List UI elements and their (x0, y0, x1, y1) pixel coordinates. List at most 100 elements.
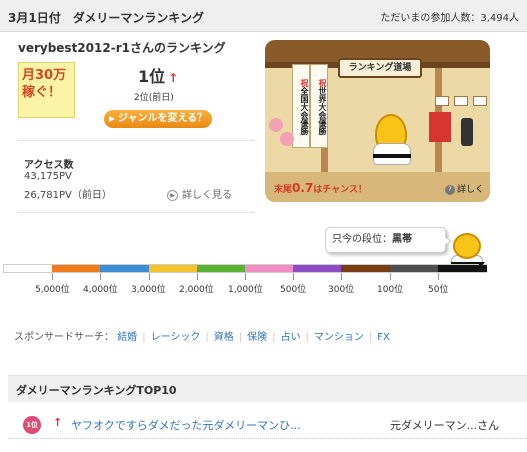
gauge-tick (100, 273, 101, 280)
change-genre-button[interactable]: ▶ ジャンルを変える？ (104, 110, 212, 128)
ranking-dojo-banner[interactable]: ランキング道場 祝全国大会優勝 祝世界大会優勝 末尾0.7はチャンス！ ? 詳しく (265, 40, 490, 202)
keyword-separator: | (238, 332, 243, 343)
gauge-tick-label: 2,000位 (179, 285, 214, 295)
sponsored-keyword-link[interactable]: 占い (281, 332, 301, 343)
sponsored-keyword-link[interactable]: マンション (314, 332, 364, 343)
gauge-tick-label: 3,000位 (131, 285, 166, 295)
level-label: 只今の段位： (332, 234, 392, 245)
badge-line-1: 月30万 (22, 68, 67, 83)
current-rank: 1位 ↑ (138, 63, 178, 87)
profile-badge: 月30万 稼ぐ！ (18, 62, 75, 118)
black-belt-icon (373, 154, 411, 158)
sponsored-search-label: スポンサードサーチ： (14, 332, 114, 343)
level-speech-bubble: 只今の段位：黒帯 (325, 227, 452, 253)
keyword-separator: | (142, 332, 146, 343)
sponsored-keyword-link[interactable]: レーシック (151, 332, 201, 343)
gauge-tick-label: 5,000位 (35, 285, 70, 295)
entry-author: 元ダメリーマン...さん (390, 419, 500, 432)
gauge-tick-label: 500位 (280, 285, 307, 295)
gauge-segment (293, 265, 343, 272)
wall-frame-icon (454, 96, 468, 106)
page-header: 3月1日付 ダメリーマンランキング ただいまの参加人数：3,494人 (0, 0, 527, 32)
access-count-today: 43,175PV (24, 171, 72, 182)
banner-detail-label: 詳しく (457, 185, 485, 195)
divider (18, 212, 254, 213)
access-detail-label: 詳しく見る (182, 190, 232, 201)
top10-title: ダメリーマンランキングTOP10 (16, 384, 177, 397)
pig-mascot-icon (280, 132, 294, 146)
chance-prefix: 末尾 (274, 185, 293, 195)
gauge-tick-label: 50位 (428, 285, 449, 295)
gauge-segment (196, 265, 246, 272)
gauge-segment (389, 265, 439, 272)
gauge-tick (52, 273, 53, 280)
wall-frame-icon (435, 96, 449, 106)
change-genre-label: ジャンルを変える？ (117, 113, 208, 124)
mascot-head (453, 233, 481, 259)
question-circle-icon: ? (445, 184, 455, 195)
gauge-tick (390, 273, 391, 280)
gauge-tick (245, 273, 246, 280)
current-level-marker-icon (477, 262, 486, 275)
gauge-segment (100, 265, 150, 272)
gauge-segment (245, 265, 294, 272)
rank-badge: 1位 (23, 416, 41, 434)
wall-frame-icon (473, 96, 487, 106)
gauge-tick-label: 1,000位 (228, 285, 263, 295)
banner-detail-link[interactable]: ? 詳しく (445, 182, 484, 195)
page-title: 3月1日付 ダメリーマンランキング (8, 11, 204, 25)
keyword-separator: | (272, 332, 276, 343)
sponsored-search: スポンサードサーチ： 結婚 | レーシック | 資格 | 保険 | 占い | マンション | FX (14, 328, 390, 343)
user-ranking-heading: verybest2012-r1さんのランキング (18, 41, 226, 55)
keyword-separator: | (305, 332, 309, 343)
level-value: 黒帯 (392, 234, 412, 245)
participant-count: ただいまの参加人数：3,494人 (380, 13, 519, 24)
dojo-sign: ランキング道場 (338, 58, 422, 78)
gauge-tick-label: 300位 (328, 285, 355, 295)
gauge-tick (293, 273, 294, 280)
access-count-previous: 26,781PV（前日） (24, 190, 112, 201)
scroll-national-text: 全国大会優勝 (300, 87, 309, 135)
previous-rank: 2位(前日) (134, 93, 174, 103)
victory-flag-icon (429, 112, 451, 142)
keyword-separator: | (368, 332, 373, 343)
gauge-tick (341, 273, 342, 280)
access-count-heading: アクセス数 (24, 160, 74, 171)
sponsored-keyword-link[interactable]: FX (377, 332, 390, 343)
gauge-segment (52, 265, 102, 272)
gauge-tick-label: 4,000位 (83, 285, 118, 295)
scroll-national: 祝全国大会優勝 (292, 64, 310, 148)
badge-line-2: 稼ぐ！ (22, 85, 62, 100)
scroll-world-text: 世界大会優勝 (318, 87, 327, 135)
chance-value: 0.7 (292, 181, 314, 195)
scroll-world-mark: 祝 (318, 79, 327, 87)
bubble-tip-inner (444, 237, 450, 245)
punching-bag-icon (461, 118, 473, 146)
play-icon: ▶ (108, 114, 115, 123)
chance-text: 末尾0.7はチャンス！ (274, 181, 367, 195)
scroll-world: 祝世界大会優勝 (310, 64, 328, 148)
gauge-tick (197, 273, 198, 280)
sponsored-keyword-link[interactable]: 保険 (247, 332, 267, 343)
rank-up-arrow-icon: ↑ (168, 71, 179, 85)
sponsored-keyword-link[interactable]: 資格 (214, 332, 234, 343)
keyword-separator: | (205, 332, 209, 343)
pig-mascot-icon (269, 118, 283, 132)
divider (18, 140, 254, 141)
rank-level-gauge (3, 262, 487, 275)
scroll-national-mark: 祝 (300, 79, 309, 87)
gauge-segment (4, 265, 53, 272)
gauge-segment (148, 265, 198, 272)
entry-title-link[interactable]: ヤフオクですらダメだった元ダメリーマンひ... (71, 417, 301, 433)
gauge-tick (438, 273, 439, 280)
gauge-tick (149, 273, 150, 280)
access-detail-link[interactable]: ▶ 詳しく見る (167, 186, 232, 201)
chance-suffix: はチャンス！ (313, 185, 368, 195)
gauge-segment (341, 265, 391, 272)
top10-header: ダメリーマンランキングTOP10 (8, 375, 527, 402)
gauge-tick-label: 100位 (377, 285, 404, 295)
play-circle-icon: ▶ (167, 189, 178, 201)
trend-up-arrow-icon: ↑ (53, 416, 63, 429)
sponsored-keyword-link[interactable]: 結婚 (117, 332, 137, 343)
top10-row[interactable]: 1位 ↑ ヤフオクですらダメだった元ダメリーマンひ... 元ダメリーマン...さ… (8, 409, 527, 439)
